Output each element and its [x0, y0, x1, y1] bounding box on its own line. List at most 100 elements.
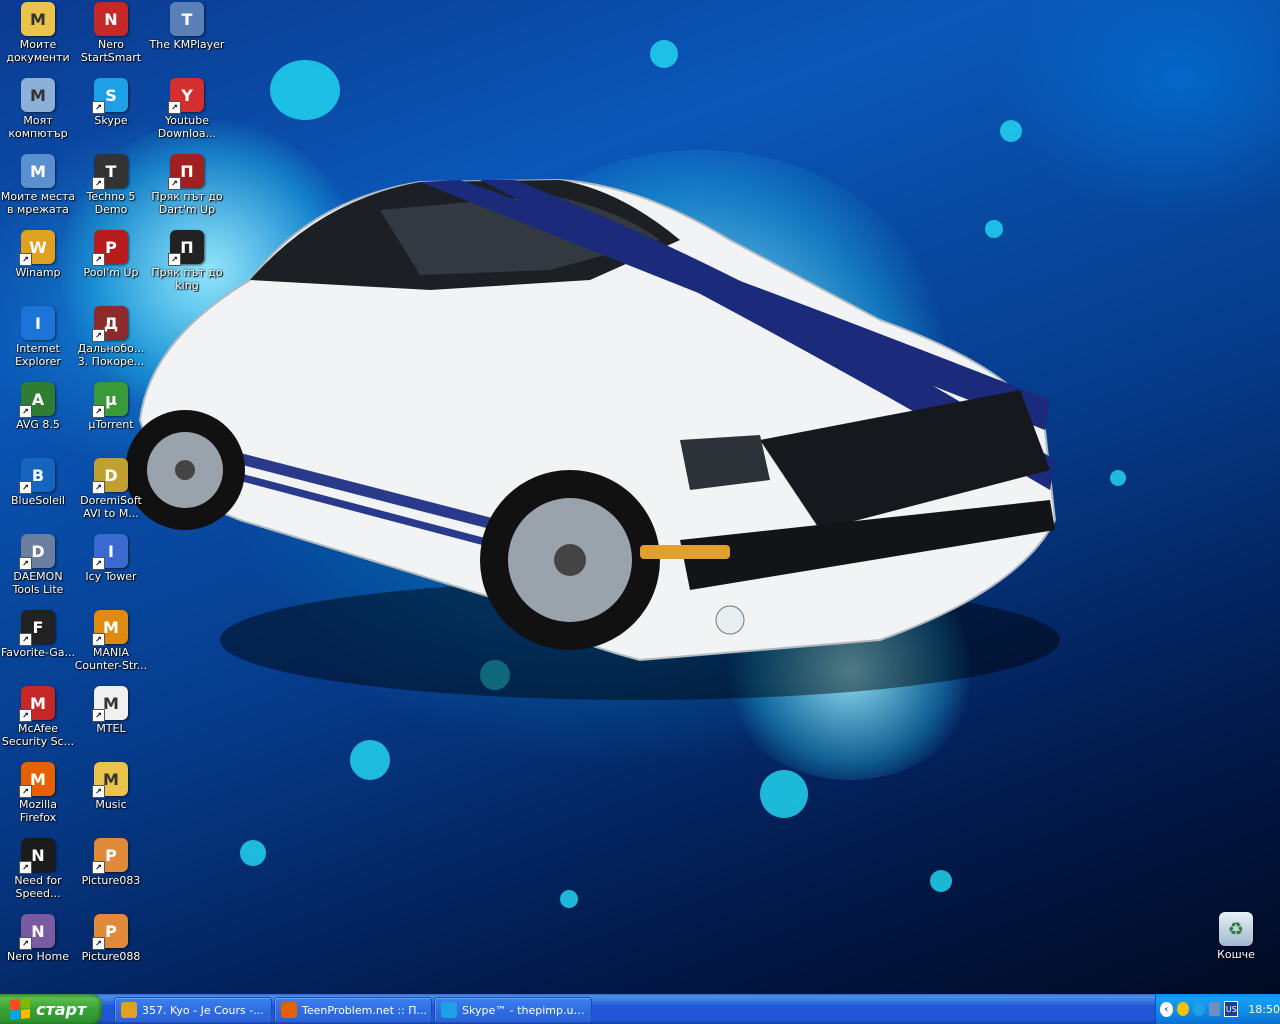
- desktop-icon[interactable]: M ↗ MTEL: [73, 686, 149, 735]
- clock[interactable]: 18:50: [1248, 1003, 1280, 1016]
- car-illustration: [125, 178, 1060, 700]
- desktop-icon[interactable]: M ↗ Mozilla Firefox: [0, 762, 76, 824]
- desktop-icon[interactable]: N Nero StartSmart: [73, 2, 149, 64]
- desktop-icon[interactable]: I ↗ Icy Tower: [73, 534, 149, 583]
- wallpaper-splash: [930, 870, 952, 892]
- internet-explorer-icon: I: [21, 306, 55, 340]
- icon-glyph-letter: D: [31, 541, 45, 561]
- desktop-icon[interactable]: S ↗ Skype: [73, 78, 149, 127]
- icon-glyph-letter: I: [108, 541, 114, 561]
- icon-glyph-letter: B: [31, 465, 45, 485]
- folder-icon: M ↗: [92, 762, 128, 798]
- desktop-icon-label: Моят компютър: [8, 114, 68, 140]
- desktop-icon[interactable]: Д ↗ Дальнобо... 3. Покоре...: [73, 306, 149, 368]
- tray-network-icon[interactable]: [1208, 1002, 1221, 1016]
- taskbar-button[interactable]: TeenProblem.net :: П...: [274, 997, 432, 1023]
- desktop-icon[interactable]: П ↗ Пряк път до Dart'm Up: [149, 154, 225, 216]
- desktop-icon[interactable]: M ↗ McAfee Security Sc...: [0, 686, 76, 748]
- shortcut-arrow-icon: ↗: [92, 785, 105, 798]
- desktop-icon-label: Picture088: [81, 950, 141, 963]
- skype-icon: [441, 1002, 457, 1018]
- desktop-icon[interactable]: P ↗ Pool'm Up: [73, 230, 149, 279]
- desktop-icon[interactable]: P ↗ Picture088: [73, 914, 149, 963]
- shortcut-arrow-icon: ↗: [19, 709, 32, 722]
- desktop-icon-label: Techno 5 Demo: [86, 190, 136, 216]
- taskbar-button[interactable]: Skype™ - thepimp.umrq: [434, 997, 592, 1023]
- icon-glyph-letter: П: [180, 161, 194, 181]
- shortcut-arrow-icon: ↗: [92, 481, 105, 494]
- recycle-bin-icon: ♻: [1219, 912, 1253, 946]
- desktop-icon[interactable]: D ↗ DoremiSoft AVI to M...: [73, 458, 149, 520]
- desktop-icon[interactable]: М Моите места в мрежата: [0, 154, 76, 216]
- start-label: старт: [36, 999, 87, 1019]
- wallpaper-splash: [1110, 470, 1126, 486]
- desktop-icon[interactable]: I Internet Explorer: [0, 306, 76, 368]
- favorite-games-icon: F ↗: [19, 610, 55, 646]
- wallpaper-splash: [270, 60, 340, 120]
- desktop-icon[interactable]: A ↗ AVG 8.5: [0, 382, 76, 431]
- desktop-icon[interactable]: W ↗ Winamp: [0, 230, 76, 279]
- shortcut-arrow-icon: ↗: [92, 253, 105, 266]
- system-tray: ‹ US 18:50: [1155, 994, 1280, 1024]
- shortcut-arrow-icon: ↗: [92, 709, 105, 722]
- taskbar-button-label: Skype™ - thepimp.umrq: [462, 1003, 591, 1017]
- desktop-icon-label: Internet Explorer: [15, 342, 61, 368]
- icon-glyph-letter: M: [103, 617, 119, 637]
- bluetooth-icon: B ↗: [19, 458, 55, 494]
- desktop-icon[interactable]: М Моите документи: [0, 2, 76, 64]
- shortcut-arrow-icon: ↗: [168, 101, 181, 114]
- shortcut-arrow-icon: ↗: [19, 405, 32, 418]
- desktop-icon-label: BlueSoleil: [11, 494, 65, 507]
- icy-tower-icon: I ↗: [92, 534, 128, 570]
- desktop-icon-recycle-bin[interactable]: ♻ Кошче: [1198, 912, 1274, 961]
- show-hidden-icons-button[interactable]: ‹: [1160, 1001, 1173, 1017]
- shortcut-arrow-icon: ↗: [19, 785, 32, 798]
- daemon-tools-icon: D ↗: [19, 534, 55, 570]
- desktop-icon[interactable]: T ↗ Techno 5 Demo: [73, 154, 149, 216]
- desktop-icon[interactable]: N ↗ Nero Home: [0, 914, 76, 963]
- shortcut-arrow-icon: ↗: [92, 177, 105, 190]
- desktop-icon-label: Кошче: [1217, 948, 1255, 961]
- desktop: М Моите документи N Nero StartSmart T The KMP…: [0, 0, 1280, 994]
- desktop-icon-label: Nero Home: [7, 950, 69, 963]
- desktop-icon-label: Need for Speed...: [14, 874, 62, 900]
- desktop-icon[interactable]: П ↗ Пряк път до king: [149, 230, 225, 292]
- desktop-icon[interactable]: T The KMPlayer: [149, 2, 225, 51]
- desktop-icon-label: Favorite-Ga...: [0, 646, 76, 659]
- desktop-icon[interactable]: P ↗ Picture083: [73, 838, 149, 887]
- tray-volume-icon[interactable]: [1176, 1002, 1189, 1016]
- desktop-icon[interactable]: М Моят компютър: [0, 78, 76, 140]
- desktop-icon-label: Пряк път до Dart'm Up: [151, 190, 223, 216]
- language-indicator[interactable]: US: [1224, 1001, 1239, 1017]
- start-button[interactable]: старт: [0, 994, 102, 1024]
- winamp-icon: W ↗: [19, 230, 55, 266]
- shortcut-arrow-icon: ↗: [92, 861, 105, 874]
- desktop-icon-label: Youtube Downloa...: [157, 114, 217, 140]
- winamp-icon: [121, 1002, 137, 1018]
- desktop-icon[interactable]: M ↗ MANIA Counter-Str...: [73, 610, 149, 672]
- desktop-icon[interactable]: µ ↗ µTorrent: [73, 382, 149, 431]
- desktop-icon-label: Picture083: [81, 874, 141, 887]
- kmplayer-icon: T: [170, 2, 204, 36]
- desktop-icon[interactable]: Y ↗ Youtube Downloa...: [149, 78, 225, 140]
- wallpaper-splash: [240, 840, 266, 866]
- pool-ball-icon: P ↗: [92, 230, 128, 266]
- network-places-icon: М: [21, 154, 55, 188]
- taskbar-button-label: 357. Kyo - Je Cours -...: [142, 1003, 264, 1017]
- tray-skype-icon[interactable]: [1192, 1002, 1205, 1016]
- shortcut-arrow-icon: ↗: [19, 481, 32, 494]
- desktop-icon[interactable]: D ↗ DAEMON Tools Lite: [0, 534, 76, 596]
- desktop-icon[interactable]: B ↗ BlueSoleil: [0, 458, 76, 507]
- taskbar-button[interactable]: 357. Kyo - Je Cours -...: [114, 997, 272, 1023]
- icon-glyph-letter: M: [103, 693, 119, 713]
- icon-glyph-letter: T: [181, 9, 193, 29]
- mcafee-icon: M ↗: [19, 686, 55, 722]
- desktop-icon[interactable]: N ↗ Need for Speed...: [0, 838, 76, 900]
- image-file-icon: P ↗: [92, 914, 128, 950]
- desktop-icon[interactable]: M ↗ Music: [73, 762, 149, 811]
- shortcut-arrow-icon: ↗: [92, 937, 105, 950]
- desktop-icon[interactable]: F ↗ Favorite-Ga...: [0, 610, 76, 659]
- icon-glyph-letter: М: [30, 9, 46, 29]
- icon-glyph-letter: N: [104, 9, 118, 29]
- taskbar-button-label: TeenProblem.net :: П...: [302, 1003, 428, 1017]
